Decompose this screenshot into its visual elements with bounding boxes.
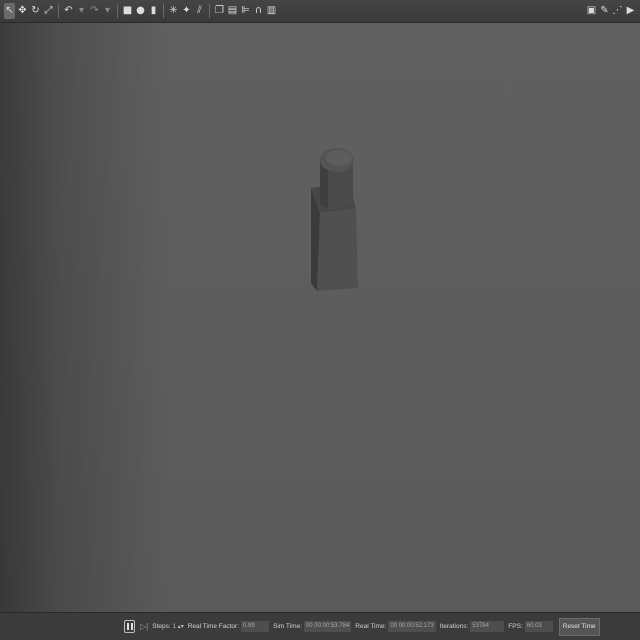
steps-label: Steps: [152, 623, 171, 630]
sim-time-label: Sim Time: [273, 623, 302, 630]
mode-tools: ↖ ✥ ↻ ⤢ [3, 0, 55, 22]
select-mode-icon[interactable]: ↖ [4, 3, 15, 19]
video-record-icon[interactable]: ▶ [625, 3, 636, 19]
pause-button[interactable] [124, 620, 135, 633]
rotate-mode-icon[interactable]: ↻ [30, 3, 41, 19]
paste-icon[interactable]: ▤ [227, 3, 238, 19]
real-time-value: 00 00:00:52.173 [388, 621, 436, 632]
steps-stepper[interactable]: 1 ▴▾ [173, 623, 184, 630]
light-tools: ✳ ✦ ⫽ [167, 0, 206, 22]
copy-icon[interactable]: ❐ [214, 3, 225, 19]
toolbar-separator [163, 4, 164, 18]
step-icon[interactable]: ▷| [140, 622, 148, 631]
fps-label: FPS: [508, 623, 523, 630]
spot-light-icon[interactable]: ✦ [181, 3, 192, 19]
box-shape-icon[interactable]: ■ [122, 3, 133, 19]
right-tools: ▣ ✎ ⋰ ▶ [585, 3, 637, 19]
fps-value: 60.03 [524, 621, 553, 632]
toolbar-separator [58, 4, 59, 18]
main-toolbar: ↖ ✥ ↻ ⤢ ↶ ▾ ↷ ▾ ■ ● ▮ ✳ ✦ ⫽ ❐ ▤ ⊫ ∩ ▥ ▣ ✎ ⋰ ▶ [0, 0, 640, 23]
align-icon[interactable]: ⊫ [240, 3, 251, 19]
real-time-label: Real Time: [355, 623, 387, 630]
undo-dropdown-icon[interactable]: ▾ [76, 3, 87, 19]
point-light-icon[interactable]: ✳ [168, 3, 179, 19]
3d-viewport[interactable] [0, 23, 640, 612]
translate-mode-icon[interactable]: ✥ [17, 3, 28, 19]
cylinder-shape-icon[interactable]: ▮ [148, 3, 159, 19]
history-tools: ↶ ▾ ↷ ▾ [62, 0, 114, 22]
toolbar-separator [209, 4, 210, 18]
shape-tools: ■ ● ▮ [121, 0, 160, 22]
plot-icon[interactable]: ⋰ [612, 3, 623, 19]
model-cylinder-cap-highlight [326, 150, 352, 166]
directional-light-icon[interactable]: ⫽ [194, 3, 205, 19]
scene-model[interactable] [0, 23, 640, 612]
status-bar: ▷| Steps: 1 ▴▾ Real Time Factor: 0.99 Si… [0, 612, 640, 640]
toolbar-separator [117, 4, 118, 18]
screenshot-icon[interactable]: ▣ [586, 3, 597, 19]
sphere-shape-icon[interactable]: ● [135, 3, 146, 19]
change-view-icon[interactable]: ▥ [266, 3, 277, 19]
rtf-value: 0.99 [241, 621, 270, 632]
model-box-front[interactable] [317, 208, 358, 291]
reset-time-button[interactable]: Reset Time [558, 617, 600, 636]
iterations-value: 53784 [470, 621, 505, 632]
edit-tools: ❐ ▤ ⊫ ∩ ▥ [213, 0, 278, 22]
sim-time-value: 00 00:00:53.784 [303, 621, 352, 632]
scale-mode-icon[interactable]: ⤢ [43, 3, 54, 19]
snap-icon[interactable]: ∩ [253, 3, 264, 19]
redo-dropdown-icon[interactable]: ▾ [102, 3, 113, 19]
undo-icon[interactable]: ↶ [63, 3, 74, 19]
redo-icon[interactable]: ↷ [89, 3, 100, 19]
iterations-label: Iterations: [439, 623, 469, 630]
rtf-label: Real Time Factor: [187, 623, 240, 630]
log-icon[interactable]: ✎ [599, 3, 610, 19]
